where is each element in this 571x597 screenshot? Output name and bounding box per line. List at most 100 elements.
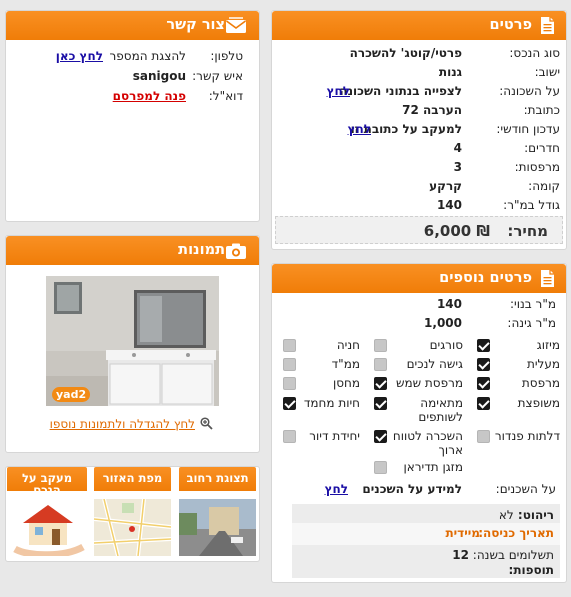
extras-label: תוספות: — [508, 563, 554, 577]
feature-label: השכרה לטווח ארוך — [392, 429, 463, 457]
contact-title: צור קשר — [166, 17, 225, 33]
feature-checkbox — [374, 430, 387, 443]
built-area-value: 140 — [436, 297, 462, 311]
follow-property-tab[interactable]: מעקב על הנכס — [7, 467, 87, 491]
garden-area-row: מ"ר גינה: 1,000 — [278, 314, 556, 332]
feature-checkbox — [374, 397, 387, 410]
features-grid: מיזוג סורגים חניה מעלית גישה לנכים ממ"ד מרפסת מ… — [272, 334, 566, 479]
feature-checkbox — [477, 358, 490, 371]
extras-row: תוספות: — [509, 562, 554, 578]
feature-checkbox — [374, 377, 387, 390]
detail-label: גודל במ"ר: — [503, 198, 560, 212]
neighbors-value: למידע על השכנים — [362, 482, 462, 496]
area-map-tab[interactable]: מפת האזור — [94, 467, 171, 491]
feature-checkbox — [477, 377, 490, 390]
feature-label: ממ"ד — [331, 357, 360, 371]
feature-label: מרפסת — [521, 376, 560, 390]
feature-label: מיזוג — [536, 338, 560, 352]
detail-label: ישוב: — [534, 65, 560, 79]
photos-title: תמונות — [178, 242, 225, 258]
detail-value: 140 — [436, 198, 462, 212]
entry-date-label: תאריך כניסה: — [478, 526, 554, 540]
neighborhood-link[interactable]: לחץ — [327, 82, 350, 100]
garden-area-value: 1,000 — [424, 316, 462, 330]
contact-row-phone: טלפון: להצגת המספר לחץ כאן — [12, 47, 243, 65]
neighbors-label: על השכנים: — [495, 482, 556, 496]
show-phone-link[interactable]: לחץ כאן — [56, 47, 103, 65]
payments-value: 12 — [452, 548, 469, 562]
street-view-tab[interactable]: תצוגת רחוב — [179, 467, 256, 491]
feature-checkbox — [374, 339, 387, 352]
feature-label: דלתות פנדור — [494, 429, 560, 443]
detail-row-size: גודל במ"ר: 140 — [278, 196, 560, 214]
feature-label: מזגן תדיראן — [403, 460, 463, 474]
detail-row-type: סוג הנכס: פרטי/קוטג' להשכרה — [278, 44, 560, 62]
feature-checkbox — [283, 358, 296, 371]
feature-label: מעלית — [526, 357, 560, 371]
camera-icon — [226, 243, 246, 259]
more-details-title: פרטים נוספים — [439, 270, 532, 286]
feature-checkbox — [477, 397, 490, 410]
feature-checkbox — [477, 430, 490, 443]
detail-label: עדכון חודשי: — [496, 122, 560, 136]
garden-area-label: מ"ר גינה: — [507, 316, 556, 330]
detail-row-balconies: מרפסות: 3 — [278, 158, 560, 176]
person-value: sanigou — [132, 69, 186, 83]
person-label: איש קשר: — [192, 69, 243, 83]
feature-label: גישה לנכים — [406, 357, 463, 371]
contact-panel: צור קשר טלפון: להצגת המספר לחץ כאן איש ק… — [5, 10, 260, 222]
detail-row-address: כתובת: הערבה 72 — [278, 101, 560, 119]
feature-label: מחסן — [332, 376, 360, 390]
furniture-row: ריהוט: לא — [499, 507, 554, 523]
detail-label: על השכונה: — [499, 84, 560, 98]
detail-row-rooms: חדרים: 4 — [278, 139, 560, 157]
feature-checkbox — [283, 430, 296, 443]
feature-checkbox — [477, 339, 490, 352]
area-map-thumbnail[interactable] — [94, 499, 171, 556]
follow-property-thumbnail[interactable] — [9, 499, 87, 556]
main-photo[interactable]: yad2 — [46, 276, 219, 406]
feature-label: חניה — [336, 338, 360, 352]
feature-label: יחידת דיור — [309, 429, 360, 443]
details-header: פרטים — [272, 11, 566, 40]
monthly-update-link[interactable]: לחץ — [348, 120, 371, 138]
price-value: 6,000 ₪ — [423, 222, 490, 240]
feature-label: משופצת — [517, 396, 560, 410]
detail-label: חדרים: — [524, 141, 560, 155]
detail-value: 3 — [453, 160, 462, 174]
payments-row: תשלומים בשנה: 12 — [452, 547, 554, 563]
contact-row-email: דוא"ל: פנה למפרסם — [12, 87, 243, 105]
detail-value: לצפייה בנתוני השכונה — [339, 84, 462, 98]
contact-advertiser-link[interactable]: פנה למפרסם — [113, 87, 186, 105]
document-icon — [541, 270, 554, 287]
furniture-value: לא — [498, 508, 514, 522]
built-area-label: מ"ר בנוי: — [510, 297, 556, 311]
more-details-header: פרטים נוספים — [272, 264, 566, 293]
detail-value: קרקע — [429, 179, 462, 193]
detail-label: סוג הנכס: — [509, 46, 560, 60]
detail-row-floor: קומה: קרקע — [278, 177, 560, 195]
detail-value: גנות — [438, 65, 462, 79]
feature-checkbox — [283, 397, 296, 410]
feature-label: מתאימה לשותפים — [418, 396, 463, 424]
detail-value: הערבה 72 — [402, 103, 462, 117]
street-view-thumbnail[interactable] — [179, 499, 256, 556]
feature-label: סורגים — [429, 338, 463, 352]
photos-header: תמונות — [6, 236, 259, 265]
feature-checkbox — [283, 377, 296, 390]
details-panel: פרטים סוג הנכס: פרטי/קוטג' להשכרה ישוב: … — [271, 10, 567, 250]
detail-value: 4 — [453, 141, 462, 155]
mini-links-panel: תצוגת רחוב מפת האזור מעקב על הנכס — [5, 466, 260, 562]
extra-info-box: ריהוט: לא תאריך כניסה: מיידית תשלומים בש… — [292, 504, 560, 578]
price-label: מחיר: — [507, 222, 548, 240]
detail-label: כתובת: — [523, 103, 560, 117]
built-area-row: מ"ר בנוי: 140 — [278, 295, 556, 313]
furniture-label: ריהוט: — [517, 508, 554, 522]
detail-row-city: ישוב: גנות — [278, 63, 560, 81]
enlarge-photos-link[interactable]: לחץ להגדלה ולתמונות נוספו — [50, 417, 195, 431]
entry-date-row: תאריך כניסה: מיידית — [292, 523, 560, 545]
envelope-icon — [226, 17, 246, 33]
enlarge-row: לחץ להגדלה ולתמונות נוספו — [50, 416, 213, 432]
feature-checkbox — [374, 461, 387, 474]
neighbors-link[interactable]: לחץ — [325, 480, 348, 498]
